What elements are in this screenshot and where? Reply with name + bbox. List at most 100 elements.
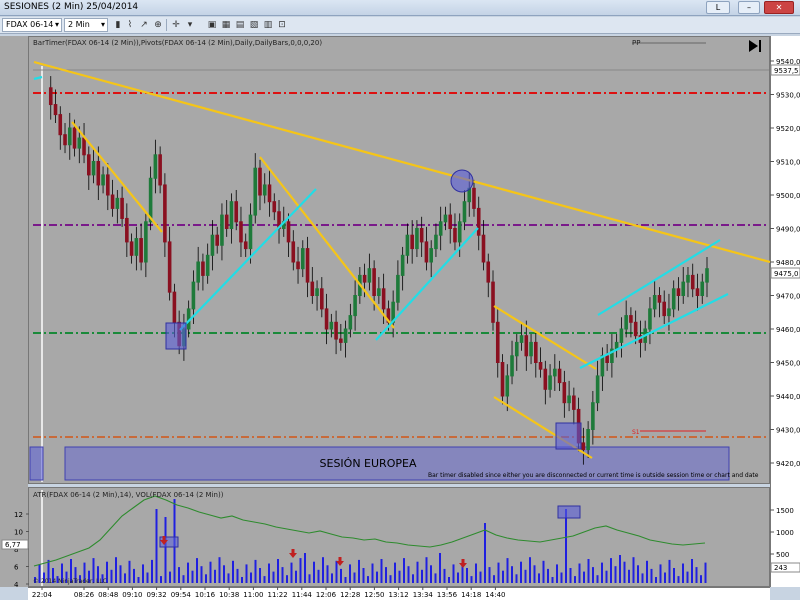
candle-body: [215, 234, 219, 246]
time-tick-label: 09:54: [171, 591, 192, 599]
volume-bar: [299, 558, 302, 583]
volume-bar: [583, 571, 585, 583]
volume-bar: [605, 570, 608, 583]
volume-bar: [569, 568, 572, 583]
candle-body: [224, 214, 229, 230]
highlight-circle-high: [450, 169, 474, 193]
candle-body: [125, 217, 129, 243]
price-tick-label: 9430,0: [776, 427, 800, 435]
volume-bar: [191, 570, 194, 583]
candle-body: [453, 228, 457, 243]
volume-bar: [695, 567, 698, 583]
price-tick-label: 9520,0: [776, 125, 800, 133]
volume-bar: [214, 569, 216, 583]
time-tick-label: 09:10: [122, 591, 142, 599]
candle-body: [153, 154, 158, 179]
candle-body: [258, 167, 262, 196]
candle-body: [657, 295, 662, 303]
candle-body: [529, 341, 533, 357]
time-tick-label: 11:44: [292, 591, 313, 599]
volume-bar: [416, 561, 419, 583]
candle-body: [343, 328, 348, 343]
indicator-legend: BarTimer(FDAX 06-14 (2 Min)),Pivots(FDAX…: [33, 39, 323, 47]
candle-body: [144, 221, 148, 263]
time-tick-label: 13:34: [413, 591, 434, 599]
play-icon[interactable]: [748, 39, 762, 53]
time-tick-label: 11:22: [268, 591, 288, 599]
candle-body: [210, 234, 215, 256]
volume-bar: [502, 570, 504, 583]
price-tick-label: 9510,0: [776, 159, 800, 167]
candle-body: [443, 214, 448, 223]
candle-body: [129, 241, 134, 256]
candle-body: [167, 241, 172, 293]
volume-bar: [601, 562, 603, 583]
candle-body: [96, 161, 101, 186]
volume-bar: [470, 576, 473, 583]
candle-body: [91, 161, 96, 176]
volume-bar: [439, 553, 441, 583]
volume-bar: [335, 560, 338, 583]
volume-bar: [241, 577, 243, 583]
volume-bar: [434, 573, 437, 583]
volume-bar: [151, 559, 153, 583]
vol-tick-label: 1500: [776, 507, 794, 515]
volume-bar: [632, 557, 635, 583]
vol-tick-label: 500: [776, 551, 789, 559]
candle-body: [267, 184, 272, 203]
session-band-left: [29, 446, 44, 481]
volume-bar: [142, 564, 144, 583]
atr-volume-legend: ATR(FDAX 06-14 (2 Min),14), VOL(FDAX 06-…: [33, 491, 224, 499]
volume-bar: [326, 565, 329, 583]
price-tick-label: 9440,0: [776, 393, 800, 401]
volume-bar: [322, 557, 324, 583]
volume-bar: [331, 573, 333, 583]
candle-body: [296, 261, 300, 270]
price-tick-label: 9450,0: [776, 360, 800, 368]
candle-body: [362, 274, 367, 283]
volume-bar: [623, 561, 626, 583]
volume-bar: [259, 568, 261, 583]
s1-label: S1: [632, 429, 640, 436]
candle-body: [243, 241, 248, 250]
volume-bar: [281, 567, 284, 583]
time-tick-label: 13:56: [437, 591, 458, 599]
candle-body: [519, 335, 524, 343]
time-tick-label: 10:16: [195, 591, 216, 599]
volume-bar: [646, 560, 648, 583]
volume-bar: [448, 577, 450, 583]
volume-bar: [317, 569, 320, 583]
atr-tick-label: 4: [14, 581, 19, 589]
volume-bar: [353, 572, 356, 583]
candle-body: [429, 248, 433, 263]
candle-body: [348, 315, 353, 330]
candle-body: [377, 288, 381, 296]
volume-bar: [137, 577, 140, 583]
volume-bar: [641, 573, 644, 583]
volume-bar: [556, 564, 558, 583]
candle-body: [139, 238, 143, 263]
volume-bar: [344, 577, 347, 583]
volume-bar: [592, 567, 594, 583]
candle-body: [320, 288, 324, 310]
candle-body: [291, 241, 296, 263]
volume-bar: [115, 557, 117, 583]
candle-body: [205, 254, 210, 276]
volume-bar: [187, 562, 189, 583]
atr-tick-label: 10: [14, 529, 23, 537]
candle-body: [662, 301, 667, 317]
candle-body: [476, 207, 481, 236]
volume-bar: [452, 564, 455, 583]
volume-bar: [628, 569, 630, 583]
volume-bar: [268, 563, 270, 583]
candle-body: [115, 197, 120, 209]
volume-bar: [407, 566, 410, 583]
volume-bar: [466, 568, 468, 583]
volume-bar: [538, 573, 540, 583]
candle-body: [686, 274, 690, 283]
volume-bar: [313, 561, 315, 583]
volume-bar: [295, 570, 297, 583]
candle-body: [134, 238, 139, 256]
vol-tick-label: 1000: [776, 529, 794, 537]
candle-body: [543, 368, 548, 390]
